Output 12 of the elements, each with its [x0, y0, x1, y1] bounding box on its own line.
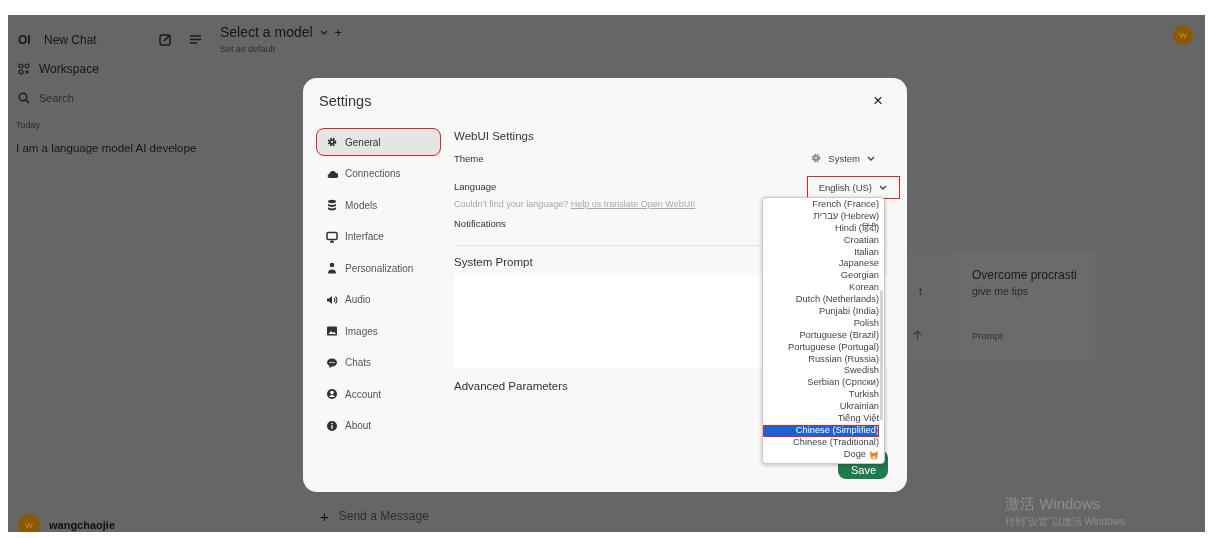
- section-title: System Prompt: [454, 256, 533, 268]
- card-subtitle: t: [919, 285, 922, 297]
- dialog-title: Settings: [319, 93, 372, 109]
- logo: OI: [18, 32, 32, 47]
- card-subtitle: give me tips: [972, 285, 1030, 297]
- card-title: Overcome procrasti: [972, 268, 1078, 282]
- setting-label: Theme: [454, 152, 484, 164]
- setting-label: Language: [454, 180, 497, 192]
- language-hint: Couldn't find your language? Help us translate Open WebUI!: [454, 199, 696, 209]
- prompt-label: Prompt: [972, 330, 1003, 341]
- setting-label: Notifications: [454, 217, 506, 229]
- section-title: WebUI Settings: [454, 130, 534, 142]
